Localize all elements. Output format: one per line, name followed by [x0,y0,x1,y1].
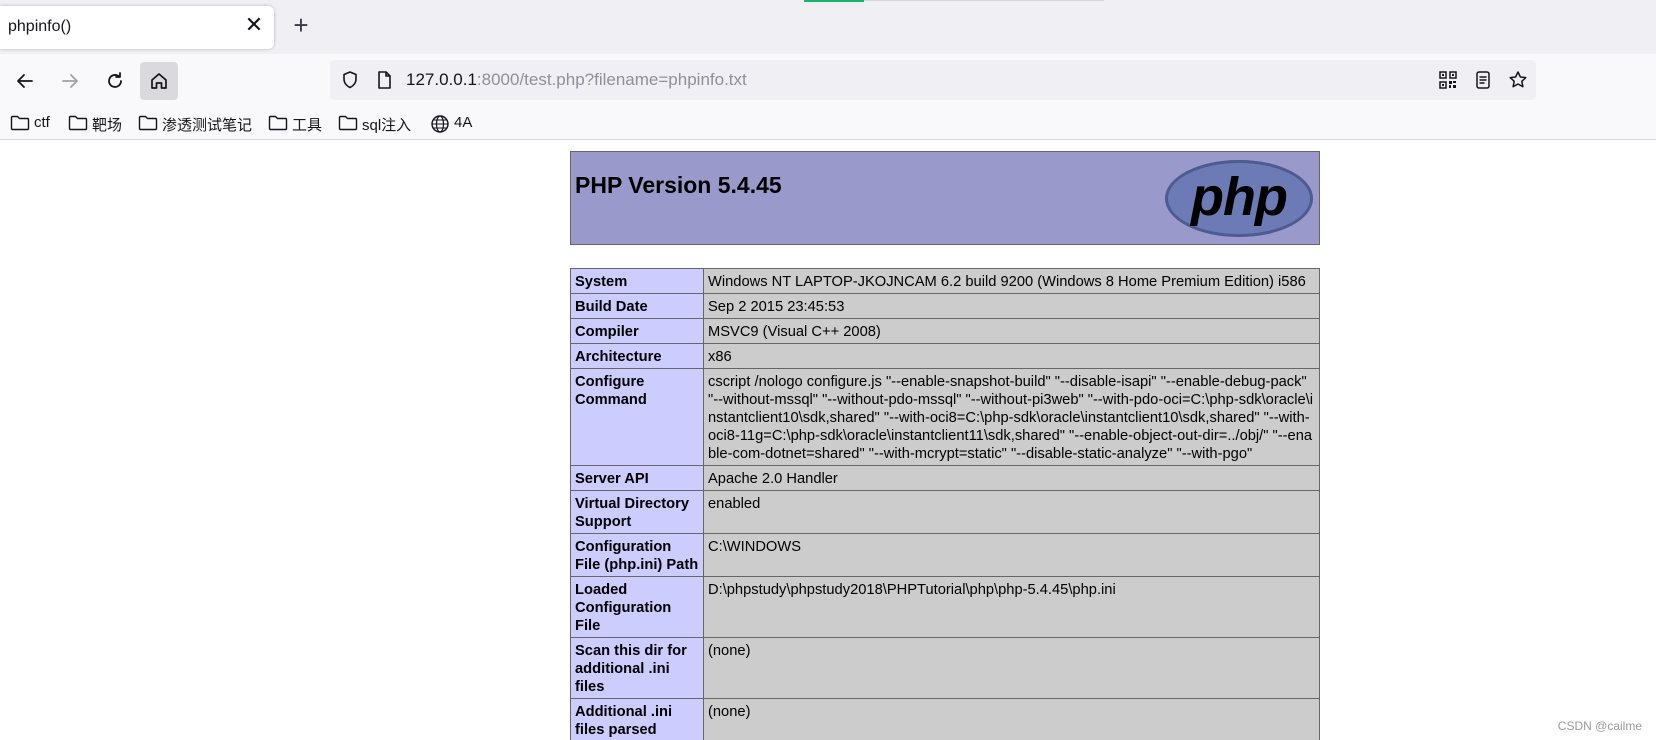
table-row: Configure Command cscript /nologo configu… [570,368,1320,466]
bookmark-label: 渗透测试笔记 [162,117,253,134]
address-bar[interactable]: 127.0.0.1:8000/test.php?filename=phpinfo… [330,60,1536,100]
row-label: Configuration File (php.ini) Path [570,533,704,577]
table-row: Architecture x86 [570,343,1320,369]
bookmarks-bar: ctf 靶场 渗透测试笔记 工具 sql注入 4A [0,107,1656,140]
url-path: :8000/test.php?filename=phpinfo.txt [476,70,747,89]
table-row: Additional .ini files parsed (none) [570,698,1320,740]
folder-icon [138,115,158,131]
qr-code-icon[interactable] [1438,70,1458,90]
table-row: Configuration File (php.ini) Path C:\WIND… [570,533,1320,577]
row-label: Server API [570,465,704,491]
php-logo[interactable]: php [1165,160,1313,237]
row-label: Scan this dir for additional .ini files [570,637,704,699]
row-value: Apache 2.0 Handler [703,465,1320,491]
reload-button[interactable] [96,62,134,100]
back-button[interactable] [6,62,44,100]
folder-icon [268,115,288,131]
reader-view-icon[interactable] [1473,70,1493,90]
row-label: Virtual Directory Support [570,490,704,534]
page-icon[interactable] [374,70,394,90]
watermark: CSDN @cailme [1557,719,1642,733]
table-row: Build Date Sep 2 2015 23:45:53 [570,293,1320,319]
bookmark-label: sql注入 [362,117,412,134]
forward-button[interactable] [51,62,89,100]
shield-icon[interactable] [340,70,360,90]
arrow-right-icon [62,74,78,88]
tab-divider [864,0,1104,1]
row-value: x86 [703,343,1320,369]
row-value: C:\WINDOWS [703,533,1320,577]
table-row: Virtual Directory Support enabled [570,490,1320,534]
row-label: Architecture [570,343,704,369]
tab-title: phpinfo() [8,18,72,35]
table-row: Scan this dir for additional .ini files(… [570,637,1320,699]
row-value: MSVC9 (Visual C++ 2008) [703,318,1320,344]
bookmark-label: 靶场 [92,117,123,134]
row-value: cscript /nologo configure.js "--enable-s… [703,368,1320,466]
php-logo-text: php [1191,167,1288,227]
bookmark-label: 4A [454,114,473,131]
arrow-left-icon [17,74,33,88]
bookmark-label: 工具 [292,117,323,134]
row-value: (none) [703,698,1320,740]
tab-accent [804,0,864,2]
globe-icon [431,115,449,133]
phpinfo-container: PHP Version 5.4.45 php System Windows NT … [570,151,1320,740]
folder-icon [10,115,30,131]
table-row: Compiler MSVC9 (Visual C++ 2008) [570,318,1320,344]
folder-icon [338,115,358,131]
phpinfo-header: PHP Version 5.4.45 php [570,151,1320,245]
tab-phpinfo[interactable]: phpinfo() ✕ [0,6,274,49]
folder-icon [68,115,88,131]
row-label: Configure Command [570,368,704,466]
row-value: Sep 2 2015 23:45:53 [703,293,1320,319]
row-value: (none) [703,637,1320,699]
php-version-title: PHP Version 5.4.45 [575,172,782,198]
row-label: Loaded Configuration File [570,576,704,638]
close-icon[interactable]: ✕ [244,14,264,36]
reload-icon [108,72,122,88]
navigation-bar: 127.0.0.1:8000/test.php?filename=phpinfo… [0,54,1656,107]
tab-strip: phpinfo() ✕ + [0,0,1656,54]
row-label: Additional .ini files parsed [570,698,704,740]
page-content: PHP Version 5.4.45 php System Windows NT … [0,140,1656,740]
home-icon [151,73,167,89]
url-text[interactable]: 127.0.0.1:8000/test.php?filename=phpinfo… [406,70,747,90]
table-row: System Windows NT LAPTOP-JKOJNCAM 6.2 bui… [570,268,1320,294]
row-label: Compiler [570,318,704,344]
row-value: enabled [703,490,1320,534]
star-icon[interactable] [1508,70,1528,90]
row-label: Build Date [570,293,704,319]
row-value: Windows NT LAPTOP-JKOJNCAM 6.2 build 920… [703,268,1320,294]
row-value: D:\phpstudy\phpstudy2018\PHPTutorial\php… [703,576,1320,638]
bookmark-label: ctf [34,114,50,131]
row-label: System [570,268,704,294]
new-tab-button[interactable]: + [290,12,312,38]
table-row: Server API Apache 2.0 Handler [570,465,1320,491]
home-button[interactable] [140,62,178,100]
table-row: Loaded Configuration File D:\phpstudy\php… [570,576,1320,638]
phpinfo-table: System Windows NT LAPTOP-JKOJNCAM 6.2 bui… [570,268,1320,740]
url-host: 127.0.0.1 [406,70,477,89]
